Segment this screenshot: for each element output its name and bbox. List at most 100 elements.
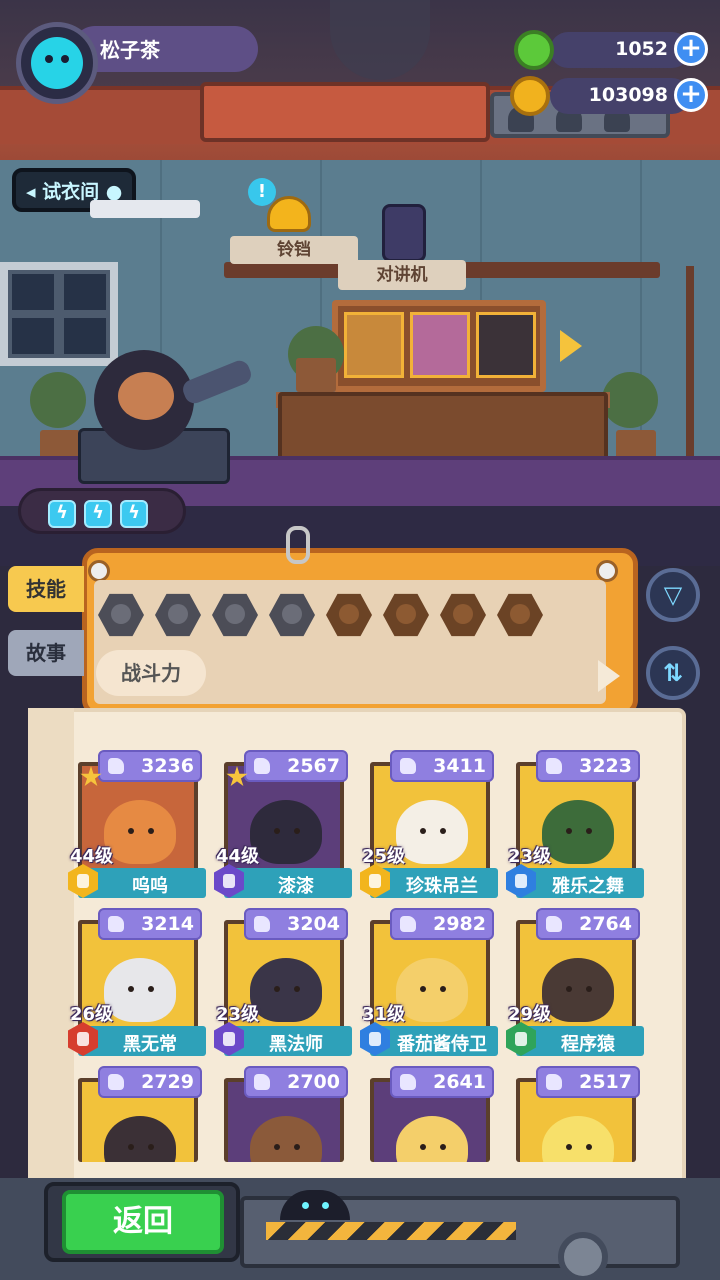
add-coins-button[interactable]: + xyxy=(674,78,708,112)
tab-story[interactable]: 故事 xyxy=(8,630,84,676)
power-value: 2641 xyxy=(433,1071,486,1093)
fist-icon xyxy=(546,758,562,774)
character-figure xyxy=(396,1116,468,1162)
plant-decoration xyxy=(30,372,86,428)
fist-icon xyxy=(108,1074,124,1090)
sort-by-power-chip[interactable]: 战斗力 xyxy=(96,650,206,696)
vent-box-decoration xyxy=(200,82,490,142)
power-value: 3214 xyxy=(141,913,194,935)
power-value: 2729 xyxy=(141,1071,194,1093)
character-figure xyxy=(250,800,322,864)
power-value: 2567 xyxy=(287,755,340,777)
fist-icon xyxy=(546,1074,562,1090)
fist-icon xyxy=(400,758,416,774)
power-badge: 2764 xyxy=(536,908,640,940)
hazard-stripe xyxy=(266,1222,516,1240)
character-level: 26级 xyxy=(70,1004,114,1025)
cat-face-icon xyxy=(31,37,83,89)
power-value: 2517 xyxy=(579,1071,632,1093)
power-value: 3236 xyxy=(141,755,194,777)
coat-rack-decoration xyxy=(686,266,694,476)
character-card[interactable]: 2700 xyxy=(216,1066,352,1166)
character-card[interactable]: 2982 31级 番茄酱侍卫 xyxy=(360,908,498,1058)
power-badge: 3214 xyxy=(98,908,202,940)
character-name: 呜呜 xyxy=(132,876,168,897)
character-card[interactable]: 3236 44级 呜呜 xyxy=(68,750,206,900)
panel-next-arrow-icon[interactable] xyxy=(598,660,620,692)
gem-count: 1052 xyxy=(615,38,668,60)
alert-icon[interactable]: ! xyxy=(248,178,276,206)
pot-decoration xyxy=(296,358,336,392)
fist-icon xyxy=(400,916,416,932)
character-figure xyxy=(250,1116,322,1162)
outfit-preview-frame[interactable] xyxy=(332,300,546,392)
character-card[interactable]: 3204 23级 黑法师 xyxy=(214,908,352,1058)
next-arrow-icon[interactable] xyxy=(560,330,582,362)
character-card[interactable]: 3223 23级 雅乐之舞 xyxy=(506,750,644,900)
character-name: 雅乐之舞 xyxy=(552,876,624,897)
power-value: 2764 xyxy=(579,913,632,935)
character-card[interactable]: 2764 29级 程序猿 xyxy=(506,908,644,1058)
power-badge: 3236 xyxy=(98,750,202,782)
filter-funnel-button[interactable]: ▽ xyxy=(646,568,700,622)
player-name: 松子茶 xyxy=(100,38,160,62)
character-card[interactable]: 3411 25级 珍珠吊兰 xyxy=(360,750,498,900)
character-card[interactable]: 2641 xyxy=(362,1066,498,1166)
sort-swap-button[interactable]: ⇅ xyxy=(646,646,700,700)
walkie-talkie-label: 对讲机 xyxy=(338,260,466,290)
character-level: 23级 xyxy=(508,846,552,867)
bell-icon[interactable] xyxy=(267,196,311,232)
character-figure xyxy=(104,800,176,864)
power-badge: 2700 xyxy=(244,1066,348,1098)
outfit-slot[interactable] xyxy=(410,312,470,378)
character-level: 44级 xyxy=(216,846,260,867)
fist-icon xyxy=(108,758,124,774)
power-badge: 3411 xyxy=(390,750,494,782)
character-level: 29级 xyxy=(508,1004,552,1025)
add-gems-button[interactable]: + xyxy=(674,32,708,66)
coin-count: 103098 xyxy=(588,84,668,106)
power-badge: 3223 xyxy=(536,750,640,782)
plant-decoration xyxy=(602,372,658,428)
outfit-slot[interactable] xyxy=(344,312,404,378)
energy-bolt-icon: ϟ xyxy=(120,500,148,528)
outfit-slot[interactable] xyxy=(476,312,536,378)
character-card[interactable]: 2567 44级 漆漆 xyxy=(214,750,352,900)
fist-icon xyxy=(254,758,270,774)
back-button[interactable]: 返回 xyxy=(62,1190,224,1254)
character-card[interactable]: 3214 26级 黑无常 xyxy=(68,908,206,1058)
fist-icon xyxy=(254,1074,270,1090)
character-figure xyxy=(104,958,176,1022)
fist-icon xyxy=(546,916,562,932)
character-face xyxy=(118,372,174,420)
character-figure xyxy=(250,958,322,1022)
character-name: 黑法师 xyxy=(269,1034,323,1055)
character-level: 25级 xyxy=(362,846,406,867)
power-badge: 2729 xyxy=(98,1066,202,1098)
screw-decoration xyxy=(88,560,110,582)
fist-icon xyxy=(254,916,270,932)
walkie-talkie-icon[interactable] xyxy=(382,204,426,262)
gold-coin-icon xyxy=(510,76,550,116)
book-spine xyxy=(28,708,74,1208)
paper-clip-decoration xyxy=(286,526,310,564)
character-name: 漆漆 xyxy=(278,876,314,897)
energy-bolt-icon: ϟ xyxy=(48,500,76,528)
power-badge: 2567 xyxy=(244,750,348,782)
character-name: 珍珠吊兰 xyxy=(406,876,478,897)
character-level: 31级 xyxy=(362,1004,406,1025)
power-badge: 2641 xyxy=(390,1066,494,1098)
character-figure xyxy=(396,958,468,1022)
character-name: 黑无常 xyxy=(123,1034,177,1055)
fist-icon xyxy=(108,916,124,932)
power-value: 2982 xyxy=(433,913,486,935)
tab-skills[interactable]: 技能 xyxy=(8,566,84,612)
character-card[interactable]: 2517 xyxy=(508,1066,644,1166)
screw-decoration xyxy=(596,560,618,582)
ceiling-lamp-decoration xyxy=(90,200,200,218)
character-card[interactable]: 2729 xyxy=(70,1066,206,1166)
player-avatar[interactable] xyxy=(16,22,98,104)
power-value: 2700 xyxy=(287,1071,340,1093)
character-level: 23级 xyxy=(216,1004,260,1025)
character-figure xyxy=(104,1116,176,1162)
